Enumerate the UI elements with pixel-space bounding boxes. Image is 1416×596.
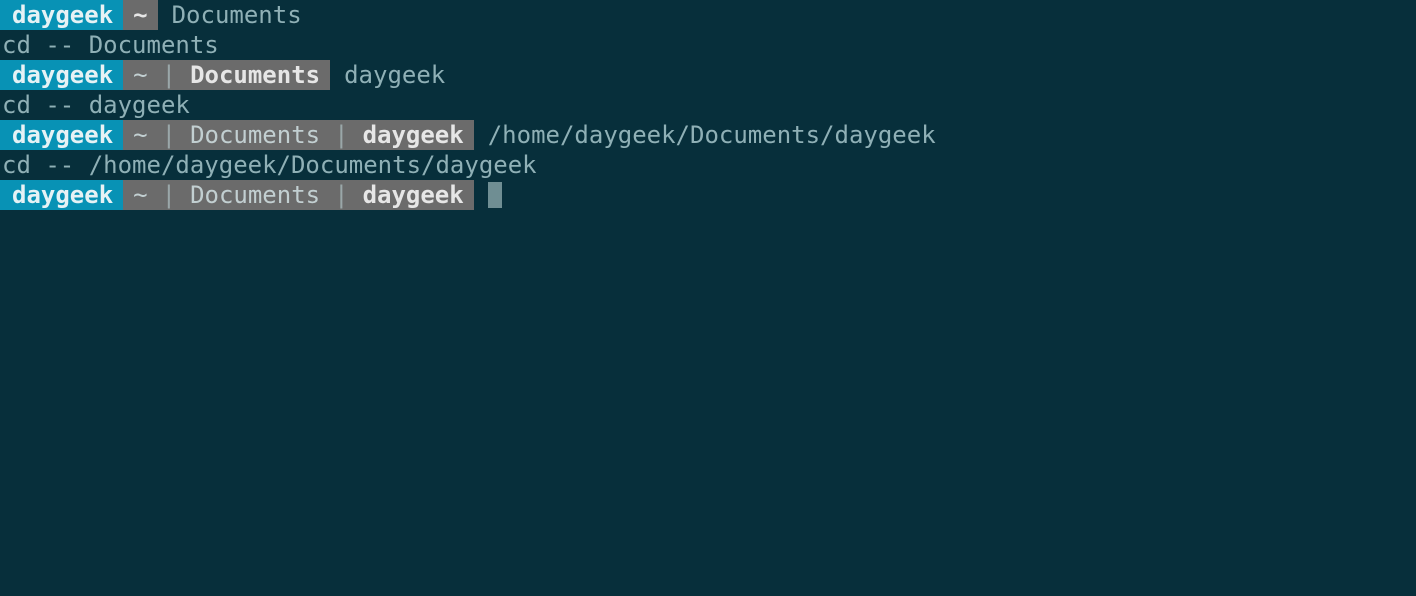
prompt-path-segment: Documents bbox=[180, 60, 330, 90]
command-text: daygeek bbox=[330, 60, 445, 90]
terminal-line: cd -- /home/daygeek/Documents/daygeek bbox=[0, 150, 1416, 180]
terminal-line: daygeek~Documents bbox=[0, 0, 1416, 30]
cursor bbox=[488, 182, 502, 208]
prompt-path-segment: Documents bbox=[180, 120, 330, 150]
path-separator: | bbox=[158, 120, 180, 150]
terminal-line: daygeek~|Documents|daygeek/home/daygeek/… bbox=[0, 120, 1416, 150]
prompt-path-segment: daygeek bbox=[353, 120, 474, 150]
prompt-user: daygeek bbox=[0, 60, 123, 90]
path-separator: | bbox=[158, 180, 180, 210]
prompt-user: daygeek bbox=[0, 180, 123, 210]
prompt-path-segment: ~ bbox=[123, 180, 157, 210]
terminal-line: cd -- Documents bbox=[0, 30, 1416, 60]
output-text: cd -- /home/daygeek/Documents/daygeek bbox=[0, 150, 537, 180]
prompt-path-segment: daygeek bbox=[353, 180, 474, 210]
path-separator: | bbox=[158, 60, 180, 90]
path-separator: | bbox=[330, 120, 352, 150]
command-text: /home/daygeek/Documents/daygeek bbox=[474, 120, 936, 150]
prompt-user: daygeek bbox=[0, 0, 123, 30]
terminal[interactable]: daygeek~Documentscd -- Documentsdaygeek~… bbox=[0, 0, 1416, 210]
terminal-line: daygeek~|Documents|daygeek bbox=[0, 180, 1416, 210]
prompt-user: daygeek bbox=[0, 120, 123, 150]
prompt-path-segment: ~ bbox=[123, 0, 157, 30]
path-separator: | bbox=[330, 180, 352, 210]
terminal-line: daygeek~|Documentsdaygeek bbox=[0, 60, 1416, 90]
prompt-path-segment: Documents bbox=[180, 180, 330, 210]
prompt-path-segment: ~ bbox=[123, 120, 157, 150]
command-text: Documents bbox=[158, 0, 302, 30]
output-text: cd -- Documents bbox=[0, 30, 219, 60]
prompt-path-segment: ~ bbox=[123, 60, 157, 90]
output-text: cd -- daygeek bbox=[0, 90, 190, 120]
terminal-line: cd -- daygeek bbox=[0, 90, 1416, 120]
